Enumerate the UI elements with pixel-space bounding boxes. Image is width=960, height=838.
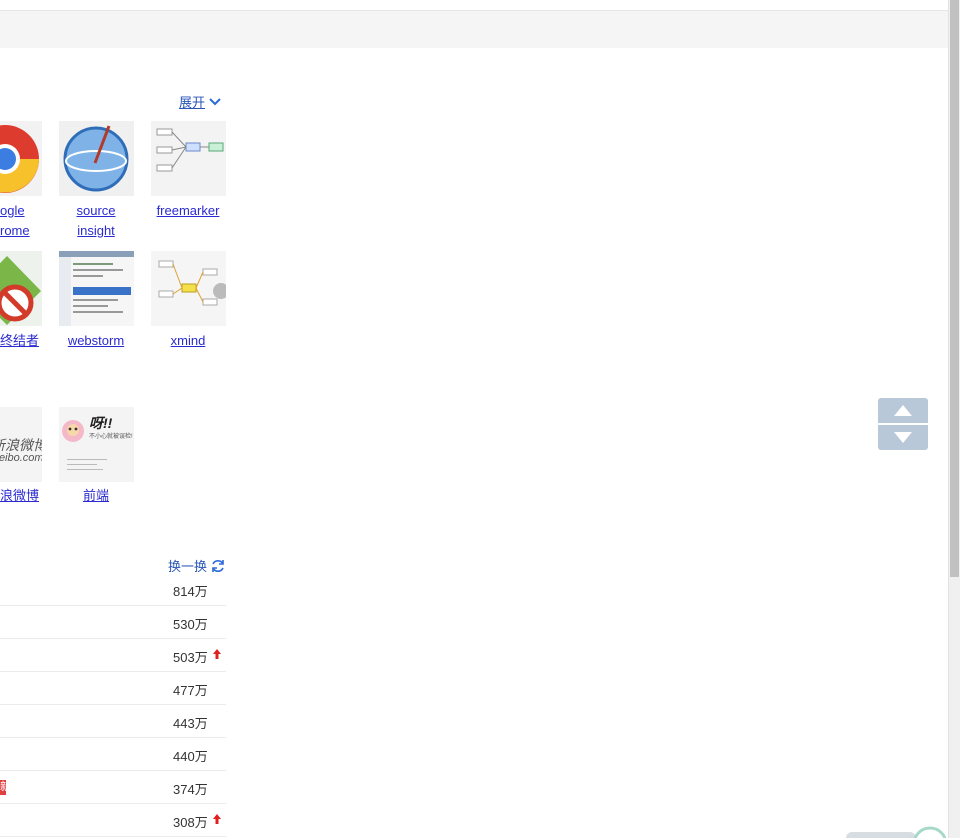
trending-row[interactable]: 440万 [0, 738, 226, 771]
diagram-thumbnail-icon [156, 128, 224, 172]
scroll-up-icon[interactable] [893, 404, 913, 417]
nav-band [0, 11, 948, 48]
app-tile-source-insight[interactable] [59, 121, 134, 196]
trending-count: 308万 [173, 815, 208, 830]
app-label-source-insight-text[interactable]: source insight [76, 203, 115, 238]
app-tile-xmind[interactable] [151, 251, 226, 326]
source-insight-icon [63, 125, 129, 192]
app-label-frontend[interactable]: 前端 [51, 486, 141, 506]
corner-widget [846, 826, 946, 838]
frontend-tile-line [67, 464, 97, 465]
code-editor-thumbnail-icon [59, 251, 134, 326]
trending-row[interactable]: 443万 [0, 705, 226, 738]
scroll-widget [878, 398, 928, 450]
scroll-widget-divider [878, 423, 928, 425]
trending-row[interactable]: 503万 [0, 639, 226, 672]
expand-link[interactable]: 展开 [179, 92, 222, 111]
new-badge: 新 [0, 780, 6, 795]
frontend-tile-line [67, 459, 107, 460]
trending-count: 374万 [173, 782, 208, 797]
trending-row[interactable]: 814万 [0, 573, 226, 606]
trending-count: 530万 [173, 617, 208, 632]
app-tile-webstorm[interactable] [59, 251, 134, 326]
app-tile-frontend[interactable]: 呀!! 不小心就被误检! [59, 407, 134, 482]
chrome-icon [0, 125, 39, 193]
top-bar [0, 0, 948, 11]
weibo-tile-domain: weibo.com [0, 452, 42, 464]
trending-row[interactable]: 新 374万 [0, 771, 226, 804]
mindmap-thumbnail-icon [158, 260, 226, 306]
app-label-xmind[interactable]: xmind [143, 331, 233, 351]
trending-row[interactable]: 477万 [0, 672, 226, 705]
trending-count: 503万 [173, 650, 208, 665]
trending-count: 440万 [173, 749, 208, 764]
trending-row[interactable]: 308万 [0, 804, 226, 837]
app-label-xmind-text[interactable]: xmind [171, 333, 206, 348]
trending-count: 814万 [173, 584, 208, 599]
app-tile-freemarker[interactable] [151, 121, 226, 196]
frontend-tile-line [67, 469, 103, 470]
up-arrow-icon [213, 649, 221, 659]
trending-count: 443万 [173, 716, 208, 731]
app-label-freemarker-text[interactable]: freemarker [157, 203, 220, 218]
app-tile-chrome[interactable] [0, 121, 42, 196]
scrollbar-thumb[interactable] [950, 0, 959, 577]
app-tile-weibo[interactable]: 新浪微博 weibo.com [0, 407, 42, 482]
app-label-source-insight[interactable]: source insight [51, 201, 141, 241]
chevron-down-icon [209, 97, 221, 105]
app-label-chrome-text[interactable]: ogle rome [0, 203, 30, 238]
frontend-tile-title: 呀!! [89, 415, 113, 431]
scroll-down-icon[interactable] [893, 431, 913, 444]
trending-row[interactable]: 530万 [0, 606, 226, 639]
forbidden-icon [0, 256, 41, 325]
up-arrow-icon [213, 814, 221, 824]
trending-count: 477万 [173, 683, 208, 698]
app-label-terminator-text[interactable]: 终结者 [0, 333, 39, 348]
app-label-freemarker[interactable]: freemarker [143, 201, 233, 221]
app-label-webstorm-text[interactable]: webstorm [68, 333, 124, 348]
app-tile-terminator[interactable] [0, 251, 42, 326]
refresh-icon [212, 559, 224, 572]
app-label-frontend-text[interactable]: 前端 [83, 488, 109, 503]
expand-label: 展开 [179, 95, 206, 110]
app-label-webstorm[interactable]: webstorm [51, 331, 141, 351]
app-label-weibo-text[interactable]: 浪微博 [0, 488, 39, 503]
frontend-tile-subtitle: 不小心就被误检! [89, 434, 133, 440]
